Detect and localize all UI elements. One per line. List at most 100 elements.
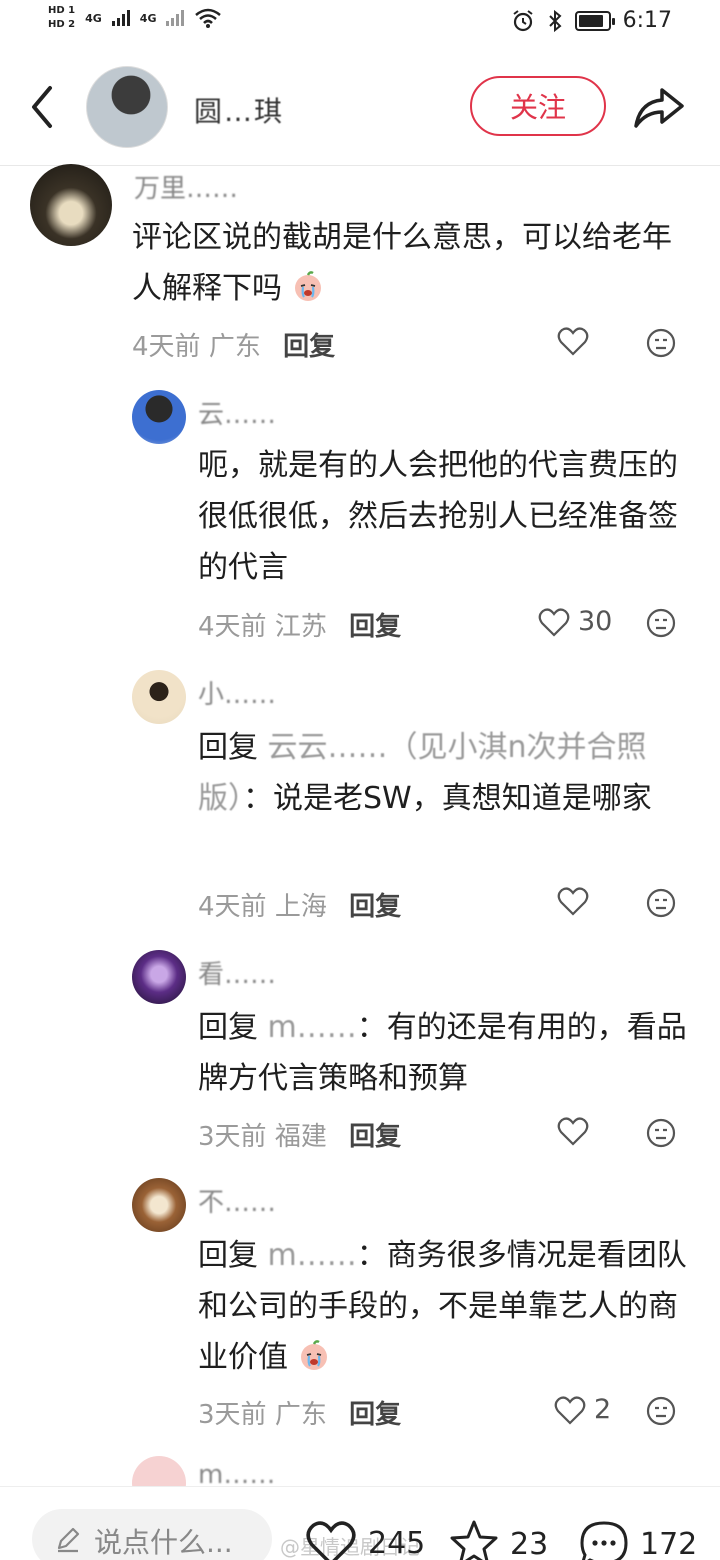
battery-icon (574, 10, 615, 31)
reply-prefix: 回复 (198, 1010, 258, 1045)
heart-icon (538, 607, 570, 637)
avatar[interactable] (30, 164, 112, 246)
like-total: 245 (368, 1525, 426, 1560)
emoji-reaction-icon[interactable] (646, 1118, 676, 1148)
avatar[interactable] (132, 950, 186, 1004)
comment-text: 回复 云云……（见小淇n次并合照版）：说是老SW，真想知道是哪家 (198, 722, 688, 824)
status-left: HD 1 HD 2 4G 4G (48, 6, 222, 30)
signal-icon-2 (166, 10, 185, 26)
reply-prefix: 回复 (198, 1238, 258, 1273)
like-stat-button[interactable]: 245 (304, 1519, 425, 1560)
comment-meta: 4天前 广东 回复 (132, 326, 335, 363)
reply-target-user[interactable]: m…… (268, 1010, 357, 1045)
comment-time: 3天前 (198, 1400, 267, 1430)
reply-button[interactable]: 回复 (349, 1400, 401, 1430)
comment-username[interactable]: 万里…… (134, 168, 238, 205)
like-count: 2 (594, 1394, 612, 1425)
comment-time: 3天前 (198, 1122, 267, 1152)
network-label-1: 4G (85, 11, 102, 25)
comment-location: 上海 (274, 892, 327, 922)
comment-text: 呃，就是有的人会把他的代言费压的很低很低，然后去抢别人已经准备签的代言 (198, 448, 678, 585)
comment-input[interactable]: 说点什么... (32, 1509, 272, 1560)
bluetooth-icon (548, 9, 562, 32)
comment-meta: 4天前 江苏 回复 (198, 606, 401, 643)
share-icon[interactable] (632, 84, 686, 130)
post-header: 圆…琪 关注 (0, 52, 720, 166)
comment-time: 4天前 (198, 892, 267, 922)
network-label-2: 4G (139, 11, 157, 25)
reply-button[interactable]: 回复 (349, 612, 401, 642)
comment-location: 江苏 (274, 612, 327, 642)
heart-icon (557, 327, 589, 356)
comment-meta: 4天前 上海 回复 (198, 886, 401, 923)
bottom-action-bar: 说点什么... @星情追剧日记 245 23 172 (0, 1486, 720, 1560)
alarm-icon (512, 9, 533, 31)
comment-total: 172 (640, 1526, 698, 1560)
status-bar: HD 1 HD 2 4G 4G 6:17 (0, 0, 720, 52)
emoji-reaction-icon[interactable] (646, 888, 676, 918)
comment: 万里…… 评论区说的截胡是什么意思，可以给老年人解释下吗 4天前 广东 回复 (0, 164, 720, 376)
reply-button[interactable]: 回复 (283, 332, 335, 362)
like-button[interactable] (557, 1116, 589, 1146)
comment-username[interactable]: m…… (198, 1460, 275, 1486)
avatar[interactable] (132, 1456, 186, 1486)
status-right: 6:17 (511, 8, 672, 33)
comment-location: 广东 (208, 332, 261, 362)
heart-icon (557, 1117, 589, 1146)
comment-location: 福建 (274, 1122, 327, 1152)
comment-reply: 看…… 回复 m……：有的还是有用的，看品牌方代言策略和预算 3天前 福建 回复 (0, 950, 720, 1160)
comment-body: 评论区说的截胡是什么意思，可以给老年人解释下吗 (132, 220, 672, 306)
reply-prefix: 回复 (198, 730, 258, 765)
comment-reply: 不…… 回复 m……：商务很多情况是看团队和公司的手段的，不是单靠艺人的商业价值… (0, 1178, 720, 1438)
signal-icon-1 (111, 10, 130, 26)
comment-text: 回复 m……：有的还是有用的，看品牌方代言策略和预算 (198, 1002, 688, 1104)
comment-meta: 3天前 福建 回复 (198, 1116, 401, 1153)
heart-icon (554, 1395, 586, 1425)
comment-bubble-icon (580, 1521, 628, 1560)
crying-emoji-icon (300, 1340, 327, 1370)
author-name[interactable]: 圆…琪 (194, 90, 284, 130)
back-arrow-icon[interactable] (24, 82, 60, 132)
like-button[interactable] (557, 886, 589, 916)
like-button[interactable] (557, 326, 589, 356)
comment-username[interactable]: 不…… (198, 1182, 276, 1219)
comment-reply: 小…… 回复 云云……（见小淇n次并合照版）：说是老SW，真想知道是哪家 4天前… (0, 670, 720, 930)
reply-target-user[interactable]: m…… (268, 1238, 357, 1273)
emoji-reaction-icon[interactable] (646, 328, 676, 358)
avatar[interactable] (132, 670, 186, 724)
comment-reply: m…… (0, 1456, 720, 1486)
comment-location: 广东 (274, 1400, 327, 1430)
comment-body: ：说是老SW，真想知道是哪家 (243, 781, 652, 816)
star-stat-button[interactable]: 23 (448, 1519, 548, 1560)
author-avatar[interactable] (86, 66, 168, 148)
pencil-icon (57, 1527, 80, 1553)
reply-button[interactable]: 回复 (349, 1122, 401, 1152)
like-button[interactable]: 30 (538, 606, 612, 637)
clock: 6:17 (622, 8, 672, 33)
comment-reply: 云…… 呃，就是有的人会把他的代言费压的很低很低，然后去抢别人已经准备签的代言 … (0, 390, 720, 650)
emoji-reaction-icon[interactable] (646, 608, 676, 638)
comment-stat-button[interactable]: 172 (578, 1519, 697, 1560)
comment-username[interactable]: 小…… (198, 674, 276, 711)
like-count: 30 (578, 606, 613, 637)
avatar[interactable] (132, 390, 186, 444)
comment-text: 回复 m……：商务很多情况是看团队和公司的手段的，不是单靠艺人的商业价值 (198, 1230, 688, 1383)
wifi-icon (195, 8, 222, 28)
comment-username[interactable]: 云…… (198, 394, 276, 431)
follow-button[interactable]: 关注 (470, 76, 606, 136)
comment-username[interactable]: 看…… (198, 954, 276, 991)
comment-time: 4天前 (132, 332, 201, 362)
reply-button[interactable]: 回复 (349, 892, 401, 922)
comment-input-placeholder: 说点什么... (94, 1526, 233, 1559)
avatar[interactable] (132, 1178, 186, 1232)
hd2-label: HD 2 (48, 19, 76, 30)
heart-icon (557, 887, 589, 916)
comment-meta: 3天前 广东 回复 (198, 1394, 401, 1431)
star-icon (450, 1520, 498, 1560)
comment-time: 4天前 (198, 612, 267, 642)
like-button[interactable]: 2 (554, 1394, 611, 1425)
hd-indicators: HD 1 HD 2 (48, 6, 75, 30)
hd1-label: HD 1 (48, 5, 76, 16)
emoji-reaction-icon[interactable] (646, 1396, 676, 1426)
comment-text: 评论区说的截胡是什么意思，可以给老年人解释下吗 (132, 212, 692, 314)
